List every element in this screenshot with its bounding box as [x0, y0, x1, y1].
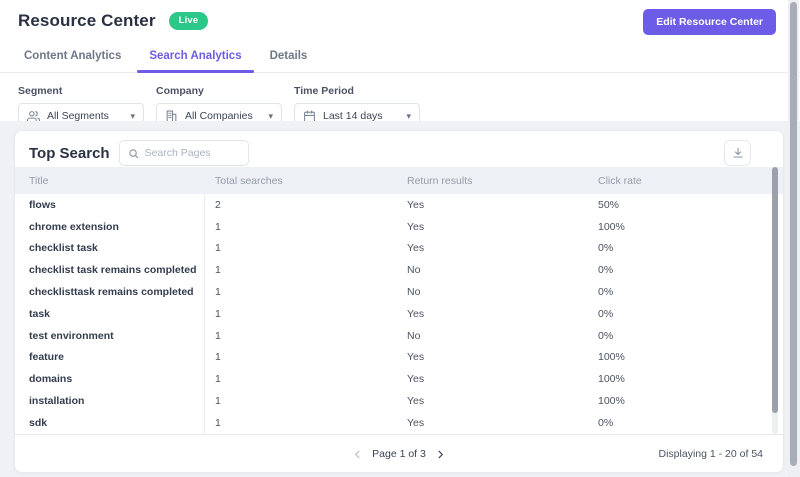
table-row[interactable]: feature 1 Yes 100%	[15, 347, 783, 369]
cell-total-searches: 1	[205, 221, 397, 233]
cell-return-results: No	[397, 286, 588, 298]
cell-click-rate: 100%	[588, 221, 783, 233]
table-row[interactable]: task 1 Yes 0%	[15, 303, 783, 325]
cell-title: task	[15, 303, 205, 325]
cell-click-rate: 0%	[588, 308, 783, 320]
table-row[interactable]: flows 2 Yes 50%	[15, 194, 783, 216]
column-header-total-searches: Total searches	[205, 175, 397, 187]
table-row[interactable]: installation 1 Yes 100%	[15, 390, 783, 412]
cell-title: checklist task remains completed	[15, 259, 205, 281]
tab-bar: Content Analytics Search Analytics Detai…	[0, 41, 800, 73]
status-badge: Live	[169, 12, 209, 30]
top-search-card: Top Search Title Total searches Return r…	[14, 130, 784, 473]
cell-return-results: No	[397, 330, 588, 342]
cell-total-searches: 2	[205, 199, 397, 211]
download-icon	[732, 147, 744, 159]
cell-click-rate: 0%	[588, 242, 783, 254]
edit-resource-center-button[interactable]: Edit Resource Center	[643, 9, 776, 35]
table-scrollbar[interactable]	[772, 167, 778, 434]
cell-total-searches: 1	[205, 395, 397, 407]
resource-center-page: Resource Center Live Edit Resource Cente…	[0, 0, 800, 477]
cell-title: sdk	[15, 412, 205, 434]
cell-title: test environment	[15, 325, 205, 347]
cell-click-rate: 0%	[588, 286, 783, 298]
cell-title: flows	[15, 194, 205, 216]
card-header: Top Search	[15, 131, 783, 167]
cell-return-results: Yes	[397, 199, 588, 211]
cell-total-searches: 1	[205, 351, 397, 363]
chevron-down-icon: ▾	[406, 111, 411, 122]
cell-return-results: Yes	[397, 221, 588, 233]
cell-click-rate: 0%	[588, 330, 783, 342]
chevron-left-icon[interactable]	[352, 449, 363, 460]
search-icon	[128, 148, 139, 159]
column-header-click-rate: Click rate	[588, 175, 783, 187]
cell-title: checklisttask remains completed	[15, 281, 205, 303]
cell-title: feature	[15, 347, 205, 369]
company-filter-label: Company	[156, 85, 282, 97]
table-body: flows 2 Yes 50% chrome extension 1 Yes 1…	[15, 194, 783, 435]
table-row[interactable]: checklist task remains completed 1 No 0%	[15, 259, 783, 281]
cell-click-rate: 0%	[588, 417, 783, 429]
search-box	[119, 140, 249, 166]
page-title: Resource Center	[18, 11, 156, 31]
card-title: Top Search	[29, 145, 110, 162]
cell-return-results: Yes	[397, 351, 588, 363]
chevron-down-icon: ▾	[130, 111, 135, 122]
table-row[interactable]: domains 1 Yes 100%	[15, 368, 783, 390]
chevron-right-icon[interactable]	[435, 449, 446, 460]
cell-click-rate: 100%	[588, 373, 783, 385]
chevron-down-icon: ▾	[268, 111, 273, 122]
column-header-title: Title	[15, 175, 205, 187]
search-input[interactable]	[145, 147, 240, 159]
table-row[interactable]: checklisttask remains completed 1 No 0%	[15, 281, 783, 303]
column-header-return-results: Return results	[397, 175, 588, 187]
page-indicator: Page 1 of 3	[372, 448, 426, 460]
table-scrollbar-thumb[interactable]	[772, 167, 778, 413]
cell-total-searches: 1	[205, 308, 397, 320]
cell-total-searches: 1	[205, 242, 397, 254]
segment-filter-label: Segment	[18, 85, 144, 97]
table-row[interactable]: chrome extension 1 Yes 100%	[15, 216, 783, 238]
cell-total-searches: 1	[205, 330, 397, 342]
cell-click-rate: 100%	[588, 351, 783, 363]
cell-return-results: Yes	[397, 373, 588, 385]
pager: Page 1 of 3	[352, 448, 446, 460]
cell-title: checklist task	[15, 238, 205, 260]
cell-title: chrome extension	[15, 216, 205, 238]
cell-return-results: Yes	[397, 308, 588, 320]
page-scrollbar-thumb[interactable]	[790, 2, 797, 466]
cell-click-rate: 0%	[588, 264, 783, 276]
tab-details[interactable]: Details	[256, 41, 322, 72]
cell-total-searches: 1	[205, 264, 397, 276]
cell-return-results: Yes	[397, 417, 588, 429]
cell-return-results: No	[397, 264, 588, 276]
cell-title: domains	[15, 368, 205, 390]
table-row[interactable]: sdk 1 Yes 0%	[15, 412, 783, 434]
cell-click-rate: 100%	[588, 395, 783, 407]
cell-return-results: Yes	[397, 242, 588, 254]
pagination-bar: Page 1 of 3 Displaying 1 - 20 of 54	[15, 435, 783, 473]
download-button[interactable]	[724, 140, 751, 166]
content-section: Top Search Title Total searches Return r…	[0, 121, 800, 477]
tab-content-analytics[interactable]: Content Analytics	[10, 41, 135, 72]
time-period-filter-label: Time Period	[294, 85, 420, 97]
table-row[interactable]: checklist task 1 Yes 0%	[15, 238, 783, 260]
displaying-count: Displaying 1 - 20 of 54	[659, 448, 763, 460]
cell-total-searches: 1	[205, 373, 397, 385]
cell-click-rate: 50%	[588, 199, 783, 211]
cell-return-results: Yes	[397, 395, 588, 407]
cell-total-searches: 1	[205, 417, 397, 429]
table-row[interactable]: test environment 1 No 0%	[15, 325, 783, 347]
cell-total-searches: 1	[205, 286, 397, 298]
cell-title: installation	[15, 390, 205, 412]
tab-search-analytics[interactable]: Search Analytics	[135, 41, 255, 72]
page-scrollbar[interactable]	[788, 0, 799, 477]
table-header-row: Title Total searches Return results Clic…	[15, 167, 783, 194]
